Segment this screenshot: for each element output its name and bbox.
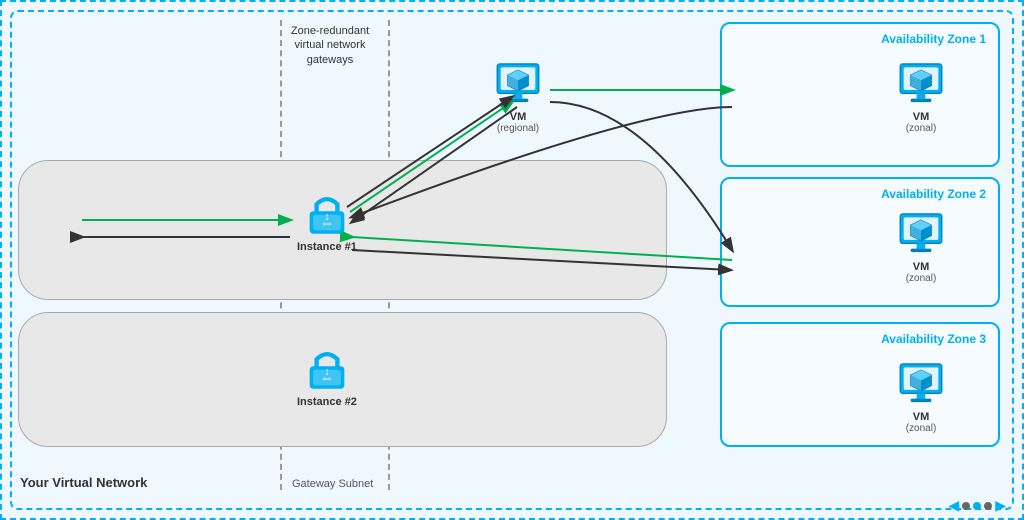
- vm-az3-icon: VM (zonal): [895, 357, 947, 434]
- nav-dot-1: [962, 502, 970, 510]
- az2-label: Availability Zone 2: [881, 187, 986, 201]
- diagram-container: Zone-redundantvirtual networkgateways Av…: [0, 0, 1024, 520]
- lock-icon-2: ⇔ ↕: [301, 342, 353, 394]
- vm-az3-label: VM: [913, 411, 930, 423]
- nav-right-arrow[interactable]: ▶: [995, 497, 1006, 514]
- vm-az1-svg: [895, 57, 947, 109]
- az3-label: Availability Zone 3: [881, 332, 986, 346]
- nav-left-arrow[interactable]: ◀: [948, 497, 959, 514]
- instance2-label: Instance #2: [297, 396, 357, 408]
- instance1-icon: ⇔ ↕ Instance #1: [297, 187, 357, 253]
- vm-az3-sublabel: (zonal): [906, 423, 937, 434]
- bottom-nav: ◀ ▶: [948, 497, 1006, 514]
- az-box-1: Availability Zone 1: [720, 22, 1000, 167]
- vm-regional-icon: VM (regional): [492, 57, 544, 134]
- vm-az1-label: VM: [913, 111, 930, 123]
- vm-az2-sublabel: (zonal): [906, 273, 937, 284]
- instance2-icon: ⇔ ↕ Instance #2: [297, 342, 357, 408]
- lock-icon-1: ⇔ ↕: [301, 187, 353, 239]
- svg-text:↕: ↕: [324, 367, 329, 378]
- vm-az2-svg: [895, 207, 947, 259]
- instance1-label: Instance #1: [297, 241, 357, 253]
- nav-dot-3: [984, 502, 992, 510]
- vm-regional-svg: [492, 57, 544, 109]
- vm-az3-svg: [895, 357, 947, 409]
- vm-az2-label: VM: [913, 261, 930, 273]
- virtual-network-label: Your Virtual Network: [20, 475, 147, 490]
- svg-text:↕: ↕: [324, 212, 329, 223]
- az-box-2: Availability Zone 2: [720, 177, 1000, 307]
- az-box-3: Availability Zone 3: [720, 322, 1000, 447]
- gateway-subnet-label: Gateway Subnet: [292, 478, 373, 490]
- nav-dot-2: [973, 502, 981, 510]
- vm-regional-sublabel: (regional): [497, 123, 539, 134]
- az1-label: Availability Zone 1: [881, 32, 986, 46]
- vm-az1-sublabel: (zonal): [906, 123, 937, 134]
- vm-az1-icon: VM (zonal): [895, 57, 947, 134]
- vm-az2-icon: VM (zonal): [895, 207, 947, 284]
- vm-regional-label: VM: [510, 111, 527, 123]
